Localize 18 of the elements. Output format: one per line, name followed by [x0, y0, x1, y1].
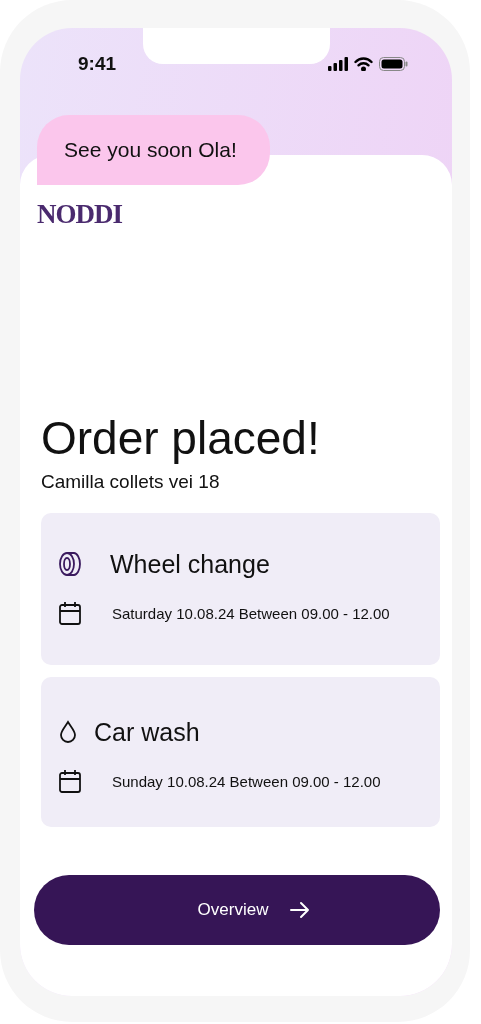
signal-icon [328, 57, 348, 71]
address-text: Camilla collets vei 18 [41, 471, 221, 493]
arrow-right-icon [290, 901, 311, 919]
calendar-icon [58, 601, 82, 626]
service-name: Car wash [94, 717, 200, 747]
wheel-icon [58, 551, 82, 577]
battery-icon [379, 57, 408, 71]
page-title: Order placed! [41, 413, 321, 463]
greeting-bubble: See you soon Ola! [37, 115, 270, 185]
drop-icon [58, 720, 78, 744]
calendar-icon [58, 769, 82, 794]
service-name: Wheel change [110, 549, 270, 579]
wifi-icon [354, 57, 373, 71]
service-schedule: Saturday 10.08.24 Between 09.00 - 12.00 [112, 603, 390, 624]
logo: NODDI [37, 200, 122, 228]
service-schedule: Sunday 10.08.24 Between 09.00 - 12.00 [112, 771, 381, 792]
overview-button[interactable]: Overview [34, 875, 440, 945]
status-time: 9:41 [78, 52, 117, 76]
